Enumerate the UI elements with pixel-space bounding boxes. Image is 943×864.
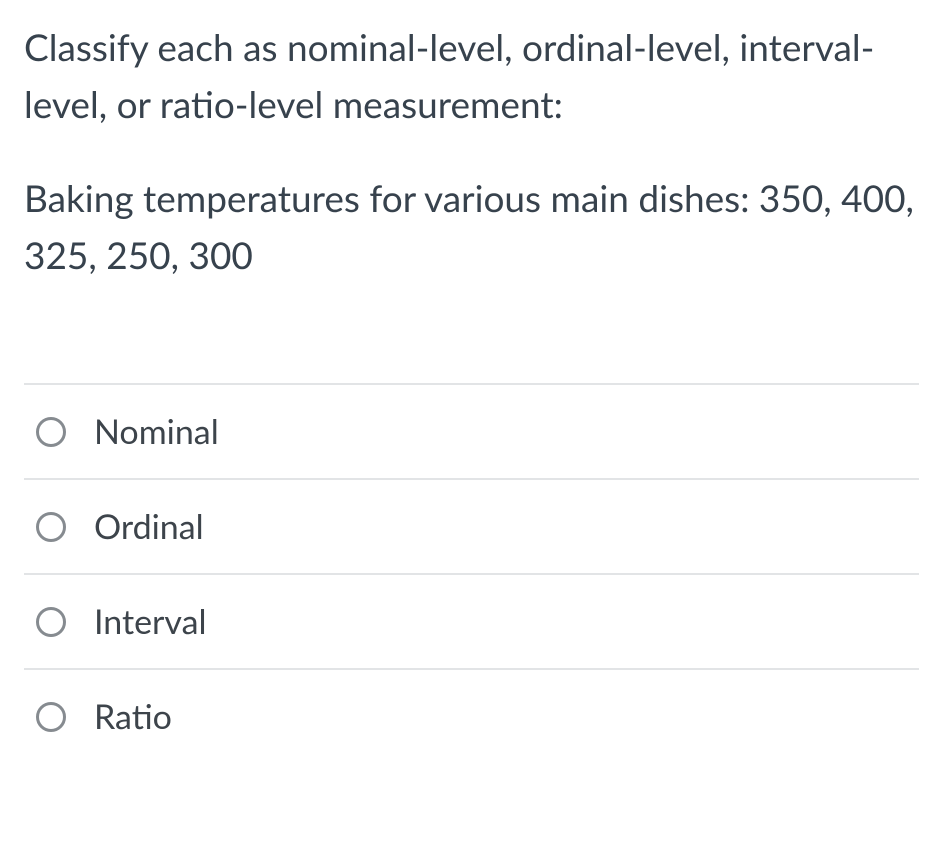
option-interval[interactable]: Interval — [24, 573, 919, 668]
options-list: Nominal Ordinal Interval Ratio — [24, 383, 919, 763]
question-container: Classify each as nominal-level, ordinal-… — [0, 0, 943, 763]
radio-icon — [36, 417, 66, 447]
option-ratio[interactable]: Ratio — [24, 668, 919, 763]
option-label: Ordinal — [94, 506, 204, 547]
radio-icon — [36, 702, 66, 732]
option-nominal[interactable]: Nominal — [24, 383, 919, 478]
question-prompt: Classify each as nominal-level, ordinal-… — [24, 18, 919, 133]
radio-icon — [36, 607, 66, 637]
radio-icon — [36, 512, 66, 542]
option-label: Interval — [94, 601, 207, 642]
question-detail: Baking temperatures for various main dis… — [24, 169, 919, 284]
option-label: Ratio — [94, 696, 172, 737]
option-label: Nominal — [94, 411, 219, 452]
option-ordinal[interactable]: Ordinal — [24, 478, 919, 573]
